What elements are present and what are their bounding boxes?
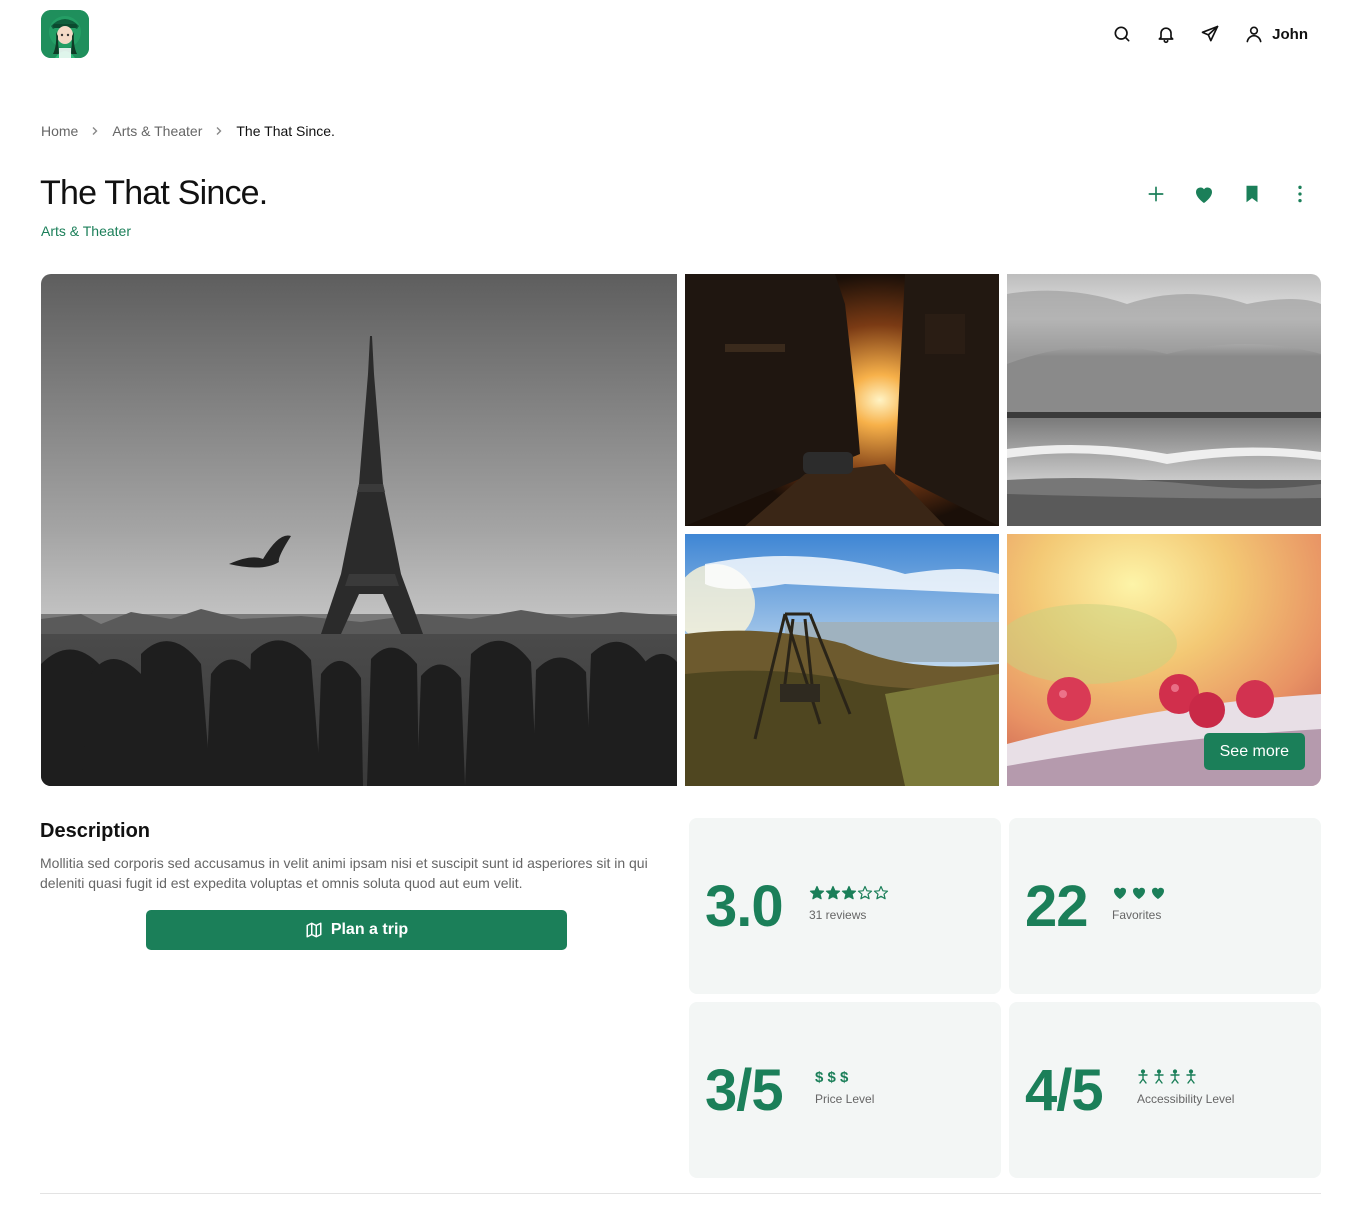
price-card: 3/5 $ $ $ Price Level — [689, 1002, 1001, 1178]
title-actions — [1121, 181, 1313, 207]
description-text: Mollitia sed corporis sed accusamus in v… — [40, 855, 648, 891]
gallery-photo-street[interactable] — [685, 274, 999, 526]
star-filled-icon — [809, 885, 825, 900]
price-label: Price Level — [815, 1092, 875, 1106]
star-empty-icon — [857, 885, 873, 900]
accessibility-icon — [1138, 1069, 1148, 1084]
accessibility-card: 4/5 Accessibility Level — [1009, 1002, 1321, 1178]
rating-value: 3.0 — [705, 874, 784, 939]
favorites-label: Favorites — [1112, 908, 1162, 922]
accessibility-icon — [1186, 1069, 1196, 1084]
accessibility-label: Accessibility Level — [1137, 1092, 1235, 1106]
messages-button[interactable] — [1198, 22, 1222, 46]
description-heading: Description — [40, 820, 151, 842]
price-value: 3/5 — [705, 1058, 784, 1123]
category-link[interactable]: Arts & Theater — [41, 223, 131, 239]
accessibility-value: 4/5 — [1025, 1058, 1104, 1123]
plan-trip-button[interactable]: Plan a trip — [146, 910, 567, 950]
accessibility-icons — [1137, 1068, 1234, 1086]
favorite-button[interactable] — [1191, 181, 1217, 207]
gallery-photo-raspberries[interactable]: See more — [1007, 534, 1321, 786]
see-more-button[interactable]: See more — [1203, 733, 1305, 770]
heart-icon — [1132, 887, 1146, 899]
more-options-button[interactable] — [1287, 181, 1313, 207]
breadcrumb-current: The That Since. — [236, 123, 335, 139]
page-title: The That Since. — [40, 174, 268, 212]
user-menu[interactable]: John — [1244, 24, 1308, 44]
breadcrumb-category[interactable]: Arts & Theater — [112, 123, 202, 139]
notifications-button[interactable] — [1154, 22, 1178, 46]
add-button[interactable] — [1143, 181, 1169, 207]
bookmark-icon — [1246, 185, 1258, 203]
header-actions: John — [1090, 22, 1308, 46]
price-symbols: $ $ $ — [815, 1068, 849, 1086]
send-icon — [1201, 25, 1219, 42]
star-filled-icon — [841, 885, 857, 900]
star-empty-icon — [873, 885, 889, 900]
heart-icon — [1151, 887, 1165, 899]
breadcrumb-home[interactable]: Home — [41, 123, 78, 139]
app-logo[interactable] — [41, 10, 89, 58]
bookmark-button[interactable] — [1239, 181, 1265, 207]
bell-icon — [1158, 27, 1174, 44]
gallery-photo-main[interactable] — [41, 274, 677, 786]
accessibility-icon — [1170, 1069, 1180, 1084]
rating-stars — [809, 884, 889, 902]
divider — [40, 1193, 1321, 1194]
rating-card: 3.0 31 reviews — [689, 818, 1001, 994]
search-button[interactable] — [1110, 22, 1134, 46]
chevron-right-icon — [90, 126, 100, 136]
map-icon — [306, 922, 322, 938]
plan-trip-label: Plan a trip — [330, 921, 409, 938]
heart-icon — [1113, 887, 1127, 899]
favorites-hearts — [1112, 884, 1168, 902]
star-filled-icon — [825, 885, 841, 900]
plus-icon — [1148, 186, 1164, 202]
avatar-logo-icon — [41, 10, 89, 58]
gallery-photo-swing[interactable] — [685, 534, 999, 786]
gallery-photo-sea[interactable] — [1007, 274, 1321, 526]
favorites-card: 22 Favorites — [1009, 818, 1321, 994]
favorites-value: 22 — [1025, 874, 1089, 939]
search-icon — [1114, 26, 1130, 42]
photo-gallery: See more — [41, 274, 1321, 786]
user-icon — [1246, 26, 1262, 43]
chevron-right-icon — [214, 126, 224, 136]
reviews-count[interactable]: 31 reviews — [809, 908, 889, 922]
breadcrumb: Home Arts & Theater The That Since. — [41, 123, 335, 139]
user-name: John — [1272, 25, 1308, 43]
more-vertical-icon — [1298, 185, 1302, 203]
heart-icon — [1196, 187, 1212, 203]
accessibility-icon — [1154, 1069, 1164, 1084]
